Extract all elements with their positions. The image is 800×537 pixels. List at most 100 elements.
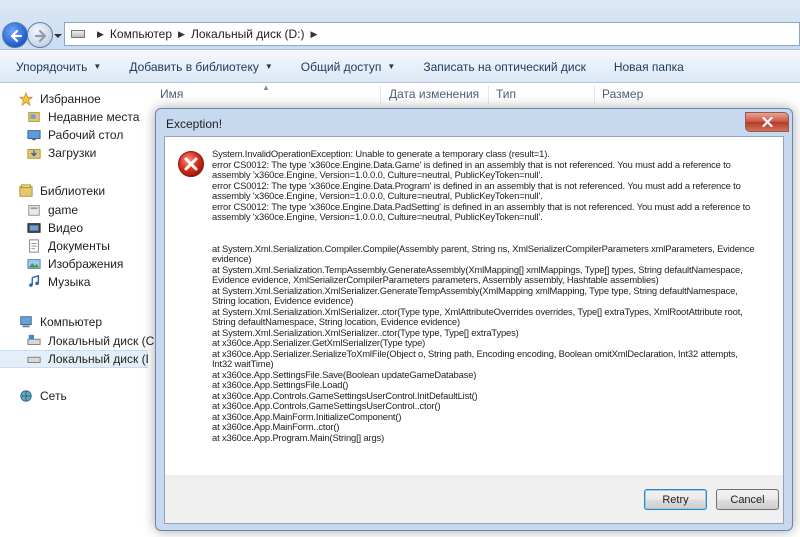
drive-icon [27,356,41,363]
burn-label: Записать на оптический диск [423,59,586,74]
sidebar-item-game[interactable]: game [26,201,174,219]
system-drive-icon [27,334,41,345]
sidebar-item-label: Избранное [40,92,101,106]
share-with-button[interactable]: Общий доступ ▼ [301,60,396,74]
desktop-icon [27,130,41,141]
share-with-label: Общий доступ [300,59,382,74]
message-line: at x360ce.App.Program.Main(String[] args… [212,431,385,443]
chevron-down-icon: ▼ [93,62,102,71]
message-line: String defaultNamespace, String location… [212,316,460,327]
error-icon [178,151,204,177]
dialog-title: Exception! [166,117,223,131]
sidebar-item-label: game [48,203,79,217]
new-folder-label: Новая папка [613,59,684,74]
column-size[interactable]: Размер [602,87,643,101]
sidebar-item-label: Локальный диск (D:) [48,352,148,366]
add-to-library-label: Добавить в библиотеку [129,59,259,74]
sidebar-item-label: Недавние места [48,110,140,124]
message-line [212,223,782,234]
documents-library-icon [29,239,39,253]
organize-menu-button[interactable]: Упорядочить ▼ [16,60,101,74]
message-line: assembly 'x360ce.Engine, Version=1.0.0.0… [212,211,543,222]
cancel-button[interactable]: Cancel [716,489,779,510]
sidebar-item-recent[interactable]: Недавние места [26,108,174,126]
sort-indicator-icon: ▲ [262,83,270,92]
libraries-icon [19,184,33,197]
sidebar-item-desktop[interactable]: Рабочий стол [26,126,174,144]
column-date-modified[interactable]: Дата изменения [389,87,479,101]
sidebar-item-label: Компьютер [40,315,103,329]
column-name[interactable]: Имя [160,87,183,101]
computer-icon [20,316,32,328]
forward-arrow-icon [34,29,47,43]
close-button[interactable] [745,112,789,132]
sidebar-item-libraries[interactable]: Библиотеки [18,182,166,200]
recent-pages-dropdown-icon[interactable] [54,32,62,40]
library-folder-icon [28,205,40,216]
breadcrumb-drive-d[interactable]: Локальный диск (D:) [191,27,305,41]
pictures-library-icon [27,259,41,269]
sidebar-item-downloads[interactable]: Загрузки [26,144,174,162]
sidebar-item-label: Изображения [48,257,124,271]
exception-message-text: System.InvalidOperationException: Unable… [212,148,782,443]
message-line: at System.Xml.Serialization.Compiler.Com… [212,242,755,254]
column-type[interactable]: Тип [496,87,516,101]
new-folder-button[interactable]: Новая папка [614,60,684,74]
message-line: at x360ce.App.SettingsFile.Load() [212,379,349,390]
sidebar-item-network[interactable]: Сеть [18,387,166,405]
chevron-down-icon: ▼ [387,62,396,71]
sidebar-item-label: Рабочий стол [48,128,124,142]
column-divider[interactable] [488,86,489,104]
dialog-content: System.InvalidOperationException: Unable… [164,136,784,524]
music-library-icon [29,275,40,287]
back-button[interactable] [2,22,28,48]
sidebar-item-video[interactable]: Видео [26,219,174,237]
message-line: at x360ce.App.MainForm..ctor() [212,421,340,432]
sidebar-item-label: Библиотеки [40,184,106,198]
sidebar-item-drive-d[interactable]: Локальный диск (D:) [0,350,148,368]
sidebar-item-label: Локальный диск (C:) [48,334,162,348]
message-line: System.InvalidOperationException: Unable… [212,148,550,159]
sidebar-item-label: Документы [48,239,110,253]
message-line: Evidence evidence, XmlSerializerCompiler… [212,274,659,285]
sidebar-item-label: Загрузки [48,146,97,160]
sidebar-item-label: Музыка [48,275,91,289]
sidebar-item-music[interactable]: Музыка [26,273,174,291]
retry-button[interactable]: Retry [644,489,707,510]
breadcrumb-computer[interactable]: Компьютер [110,27,172,41]
message-line: String location, Evidence evidence) [212,295,354,306]
forward-button[interactable] [27,22,53,48]
message-line: at x360ce.App.Controls.GameSettingsUserC… [212,400,441,411]
burn-button[interactable]: Записать на оптический диск [423,60,586,74]
sidebar-item-drive-c[interactable]: Локальный диск (C:) [26,332,174,350]
chevron-down-icon: ▼ [264,62,273,71]
breadcrumb-separator-icon[interactable]: ▶ [97,29,104,40]
message-area: System.InvalidOperationException: Unable… [165,137,783,475]
drive-icon [71,30,85,38]
sidebar-item-favorites[interactable]: Избранное [18,90,166,108]
sidebar-item-computer[interactable]: Компьютер [18,313,166,331]
message-line: at x360ce.App.Serializer.SerializeToXmlF… [212,347,738,359]
column-divider[interactable] [380,86,381,104]
close-icon [761,117,773,127]
file-list-header: ▲ Имя Дата изменения Тип Размер [148,83,800,106]
address-box[interactable]: ▶ Компьютер ▶ Локальный диск (D:) ▶ [64,22,800,46]
breadcrumb-separator-icon[interactable]: ▶ [178,29,185,40]
add-to-library-button[interactable]: Добавить в библиотеку ▼ [129,60,272,74]
message-line: evidence) [212,253,252,264]
recent-places-icon [28,112,40,122]
breadcrumb-separator-icon[interactable]: ▶ [311,29,318,40]
sidebar-item-label: Сеть [40,389,67,403]
message-line: at x360ce.App.Serializer.GetXmlSerialize… [212,337,426,348]
exception-dialog: Exception! System.InvalidOperationExcept… [155,108,793,531]
sidebar-item-documents[interactable]: Документы [26,237,174,255]
message-line: Int32 waitTime) [212,358,274,369]
navigation-pane: Избранное Недавние места Рабочий стол За… [0,84,162,537]
back-arrow-icon [10,29,23,43]
video-library-icon [27,223,41,233]
command-bar: Упорядочить ▼ Добавить в библиотеку ▼ Об… [0,51,800,83]
sidebar-item-images[interactable]: Изображения [26,255,174,273]
star-icon [18,92,34,106]
column-divider[interactable] [594,86,595,104]
message-line: assembly 'x360ce.Engine, Version=1.0.0.0… [212,169,543,180]
